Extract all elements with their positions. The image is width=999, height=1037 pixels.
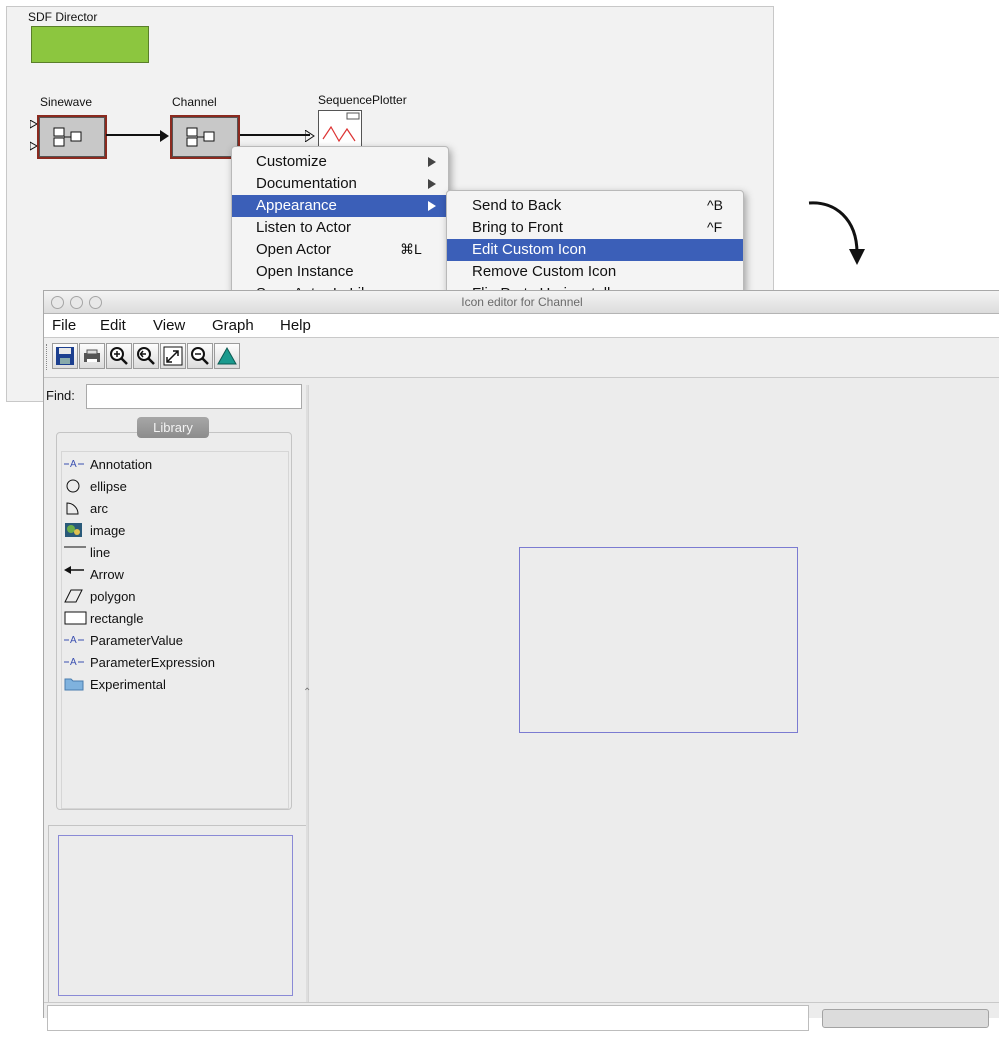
folder-icon (64, 678, 84, 691)
annotation-icon: A (64, 657, 84, 668)
actor-label-sequenceplotter: SequencePlotter (318, 93, 407, 107)
icon-preview-outline (58, 835, 293, 996)
appearance-submenu: Send to Back ^B Bring to Front ^F Edit Cus… (446, 190, 744, 294)
shortcut-label: ^F (707, 219, 723, 235)
menu-item-documentation[interactable]: Documentation (232, 173, 448, 195)
find-label: Find: (46, 388, 75, 403)
menu-item-open-instance[interactable]: Open Instance (232, 261, 448, 283)
splitter-grip-icon[interactable]: ⌃ (303, 687, 311, 698)
save-icon (56, 347, 74, 365)
toolbar-grip[interactable] (46, 344, 50, 370)
svg-text:A: A (70, 459, 77, 470)
print-button[interactable] (79, 343, 105, 369)
icon-editor-window: Icon editor for Channel File Edit View G… (43, 290, 999, 1031)
wire-arrow-icon (304, 129, 315, 147)
ellipse-icon (66, 479, 80, 493)
progress-bar (822, 1009, 989, 1028)
library-tab[interactable]: Library (137, 417, 209, 438)
zoom-in-icon (110, 347, 128, 365)
save-button[interactable] (52, 343, 78, 369)
zoom-out-icon (191, 347, 209, 365)
menu-file[interactable]: File (52, 317, 76, 334)
director-label: SDF Director (28, 10, 98, 24)
submenu-arrow-icon (428, 157, 436, 167)
zoom-fit-icon (163, 346, 183, 366)
menu-item-appearance[interactable]: Appearance (232, 195, 448, 217)
annotation-icon: A (64, 459, 84, 470)
run-button[interactable] (214, 343, 240, 369)
status-message-field (47, 1005, 809, 1031)
rectangle-icon (64, 611, 87, 625)
submenu-arrow-icon (428, 179, 436, 189)
svg-text:A: A (70, 657, 77, 668)
actor-context-menu: Customize Documentation Appearance Liste… (231, 146, 449, 302)
composite-actor-icon (53, 127, 82, 147)
toolbar (44, 338, 999, 378)
line-icon (64, 546, 86, 548)
menu-bar: File Edit View Graph Help (44, 314, 999, 338)
image-icon (65, 523, 82, 537)
wire-arrow-icon (160, 129, 170, 147)
menu-item-open-actor[interactable]: Open Actor ⌘L (232, 239, 448, 261)
menu-view[interactable]: View (153, 317, 185, 334)
curved-arrow-icon (805, 195, 865, 275)
print-icon (84, 349, 100, 362)
arc-icon (66, 502, 79, 515)
actor-channel[interactable] (170, 115, 240, 159)
menu-item-send-to-back[interactable]: Send to Back ^B (447, 195, 743, 217)
svg-text:A: A (70, 635, 77, 646)
sdf-director[interactable] (31, 26, 149, 63)
menu-item-customize[interactable]: Customize (232, 151, 448, 173)
menu-help[interactable]: Help (280, 317, 311, 334)
arrow-icon (64, 566, 84, 574)
shortcut-label: ⌘L (400, 241, 422, 257)
zoom-out-button[interactable] (187, 343, 213, 369)
menu-item-remove-custom-icon[interactable]: Remove Custom Icon (447, 261, 743, 283)
library-list: A Annotation ellipse arc image line Arro… (61, 451, 289, 809)
relation-wire[interactable] (240, 134, 310, 136)
submenu-arrow-icon (428, 201, 436, 211)
icon-bounding-rectangle[interactable] (519, 547, 798, 733)
menu-edit[interactable]: Edit (100, 317, 126, 334)
find-input[interactable] (86, 384, 302, 409)
actor-label-channel: Channel (172, 95, 217, 109)
composite-actor-icon (186, 127, 215, 147)
actor-sinewave[interactable] (37, 115, 107, 159)
zoom-reset-icon (137, 347, 155, 365)
actor-label-sinewave: Sinewave (40, 95, 93, 109)
zoom-reset-button[interactable] (133, 343, 159, 369)
zoom-in-button[interactable] (106, 343, 132, 369)
relation-wire[interactable] (106, 134, 166, 136)
polygon-icon (64, 589, 83, 603)
menu-graph[interactable]: Graph (212, 317, 254, 334)
triangle-icon (217, 346, 237, 365)
menu-item-edit-custom-icon[interactable]: Edit Custom Icon (447, 239, 743, 261)
menu-item-listen-to-actor[interactable]: Listen to Actor (232, 217, 448, 239)
menu-item-bring-to-front[interactable]: Bring to Front ^F (447, 217, 743, 239)
zoom-fit-button[interactable] (160, 343, 186, 369)
shortcut-label: ^B (707, 197, 723, 213)
window-title: Icon editor for Channel (461, 295, 583, 309)
annotation-icon: A (64, 635, 84, 646)
